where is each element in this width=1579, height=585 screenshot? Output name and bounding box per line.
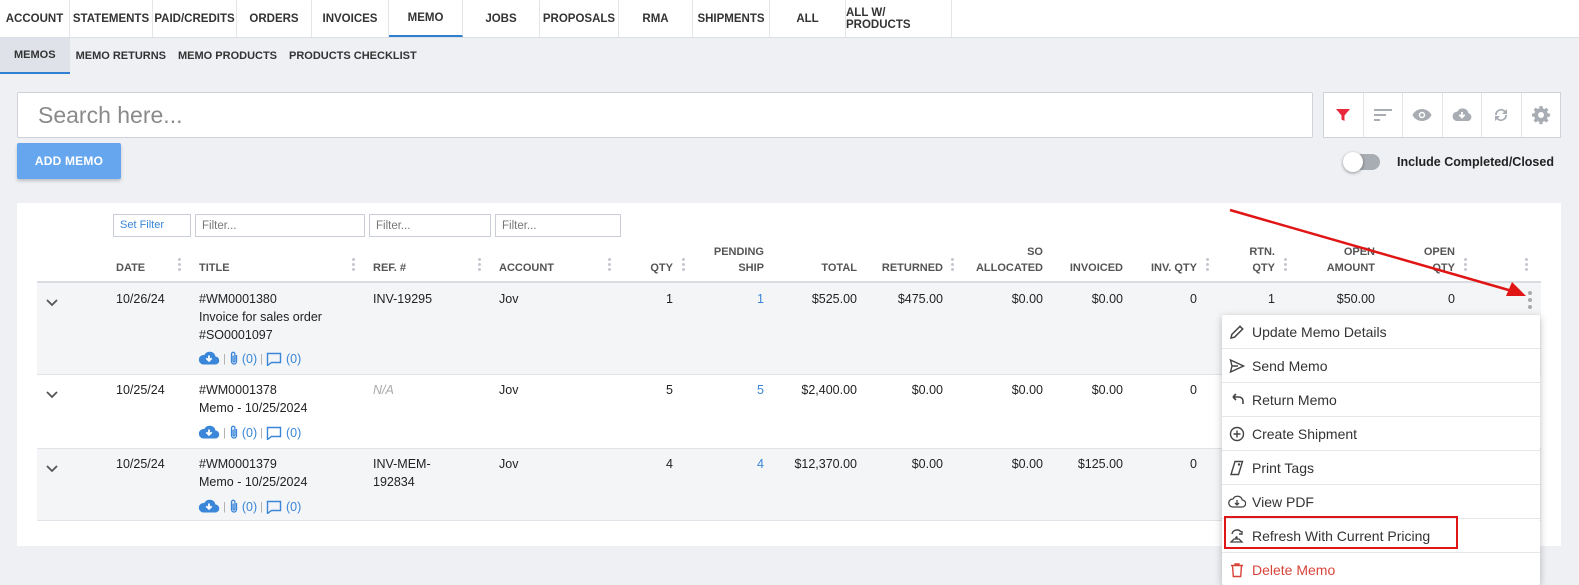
annotation-arrow xyxy=(1229,208,1526,296)
annotation-highlight-box xyxy=(1224,516,1458,549)
